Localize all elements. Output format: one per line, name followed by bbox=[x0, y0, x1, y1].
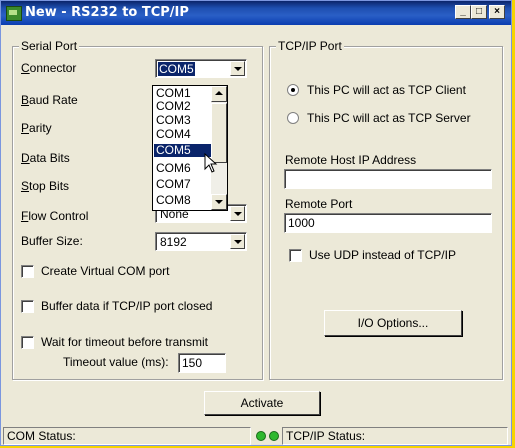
tcp-client-radio[interactable] bbox=[287, 84, 299, 96]
scroll-up-arrow-icon[interactable] bbox=[211, 86, 227, 102]
mouse-pointer-icon bbox=[204, 153, 218, 173]
remote-host-label: Remote Host IP Address bbox=[285, 153, 417, 167]
dropdown-option[interactable]: COM4 bbox=[154, 128, 213, 141]
tcp-status-pane: TCP/IP Status: bbox=[282, 427, 508, 445]
timeout-value-input[interactable]: 150 bbox=[178, 353, 226, 373]
buffer-size-label: Buffer Size: bbox=[21, 234, 83, 248]
app-window: New - RS232 to TCP/IP _ □ × Serial Port … bbox=[0, 0, 512, 446]
close-button[interactable]: × bbox=[489, 5, 505, 19]
connector-value: COM5 bbox=[158, 62, 195, 76]
flow-control-label: Flow Control bbox=[21, 209, 89, 223]
udp-checkbox[interactable] bbox=[289, 249, 302, 262]
title-bar[interactable]: New - RS232 to TCP/IP _ □ × bbox=[1, 1, 511, 25]
buffer-size-value: 8192 bbox=[160, 235, 187, 249]
chevron-down-icon[interactable] bbox=[230, 234, 245, 249]
chevron-down-icon[interactable] bbox=[230, 61, 245, 76]
io-options-button[interactable]: I/O Options... bbox=[324, 310, 462, 336]
virtual-com-checkbox[interactable] bbox=[21, 265, 34, 278]
tcp-server-label: This PC will act as TCP Server bbox=[307, 111, 471, 125]
minimize-button[interactable]: _ bbox=[455, 5, 471, 19]
remote-port-input[interactable]: 1000 bbox=[284, 213, 492, 233]
udp-label: Use UDP instead of TCP/IP bbox=[309, 248, 456, 262]
dropdown-option[interactable]: COM7 bbox=[154, 178, 213, 191]
tcp-server-radio[interactable] bbox=[287, 112, 299, 124]
wait-timeout-checkbox[interactable] bbox=[21, 336, 34, 349]
activate-button[interactable]: Activate bbox=[204, 391, 320, 415]
connector-dropdown-list[interactable]: COM1 COM2 COM3 COM4 COM5 COM6 COM7 COM8 bbox=[152, 85, 228, 211]
remote-port-label: Remote Port bbox=[285, 197, 353, 211]
com-status-led-icon bbox=[256, 431, 266, 441]
chevron-down-icon[interactable] bbox=[230, 206, 245, 221]
connector-label: Connector bbox=[21, 61, 77, 75]
parity-label: Parity bbox=[21, 121, 52, 135]
app-icon bbox=[6, 6, 22, 21]
tcp-ip-port-legend: TCP/IP Port bbox=[276, 39, 344, 53]
virtual-com-label: Create Virtual COM port bbox=[41, 264, 170, 278]
tcp-status-led-icon bbox=[269, 431, 279, 441]
timeout-value-label: Timeout value (ms): bbox=[63, 355, 169, 369]
data-bits-label: Data Bits bbox=[21, 151, 70, 165]
window-title: New - RS232 to TCP/IP bbox=[25, 5, 189, 20]
wait-timeout-label: Wait for timeout before transmit bbox=[41, 335, 208, 349]
buffer-closed-checkbox[interactable] bbox=[21, 300, 34, 313]
dropdown-option[interactable]: COM3 bbox=[154, 114, 213, 127]
dropdown-option[interactable]: COM8 bbox=[154, 194, 213, 207]
tcp-client-label: This PC will act as TCP Client bbox=[307, 83, 466, 97]
dropdown-option[interactable]: COM2 bbox=[154, 100, 213, 113]
serial-port-legend: Serial Port bbox=[19, 39, 80, 53]
buffer-size-select[interactable]: 8192 bbox=[155, 232, 247, 251]
dropdown-scrollbar[interactable] bbox=[211, 86, 227, 210]
stop-bits-label: Stop Bits bbox=[21, 179, 70, 193]
connector-select[interactable]: COM5 bbox=[155, 59, 247, 78]
baud-rate-label: Baud Rate bbox=[21, 93, 78, 107]
com-status-pane: COM Status: bbox=[3, 427, 251, 445]
maximize-button[interactable]: □ bbox=[471, 5, 487, 19]
scroll-down-arrow-icon[interactable] bbox=[211, 194, 227, 210]
buffer-closed-label: Buffer data if TCP/IP port closed bbox=[41, 299, 213, 313]
remote-host-input[interactable] bbox=[284, 169, 492, 189]
